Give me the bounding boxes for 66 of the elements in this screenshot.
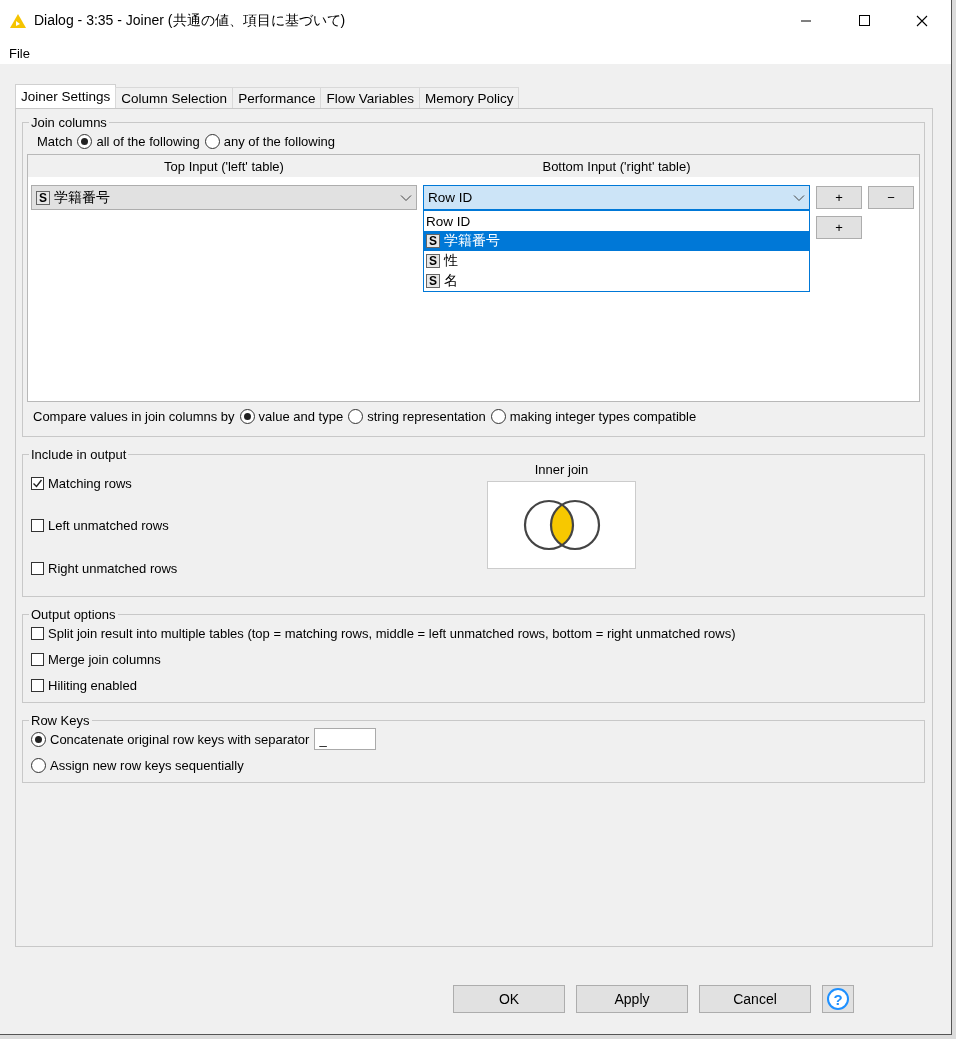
compare-label: Compare values in join columns by bbox=[33, 408, 235, 424]
option-label: Split join result into multiple tables (top = matching rows, middle = left unmatched rows, bottom = right unmatched rows) bbox=[48, 625, 736, 641]
list-item[interactable]: S 名 bbox=[424, 271, 809, 291]
checkbox[interactable] bbox=[31, 652, 44, 666]
option-label: Right unmatched rows bbox=[48, 561, 178, 577]
group-title: Include in output bbox=[30, 447, 128, 462]
dropdown-value: Row ID bbox=[428, 190, 473, 205]
option-label: Matching rows bbox=[48, 475, 132, 491]
column-header: Bottom Input ('right' table) bbox=[541, 158, 692, 174]
diagram-title: Inner join bbox=[534, 462, 589, 477]
venn-diagram-icon bbox=[521, 497, 602, 553]
menu-item[interactable]: File bbox=[9, 45, 30, 61]
type-badge: S bbox=[426, 274, 440, 288]
remove-button[interactable]: − bbox=[868, 186, 914, 209]
radio-button[interactable] bbox=[348, 408, 364, 424]
dialog-button[interactable]: Apply bbox=[576, 985, 688, 1013]
option-label: value and type bbox=[258, 408, 344, 424]
column-header: Top Input ('left' table) bbox=[163, 158, 285, 174]
dialog-button[interactable]: Cancel bbox=[699, 985, 811, 1013]
checkbox[interactable] bbox=[31, 519, 44, 533]
option-label: Merge join columns bbox=[48, 651, 161, 667]
option-label: Assign new row keys sequentially bbox=[50, 757, 244, 773]
dropdown-value: 学籍番号 bbox=[54, 188, 110, 207]
item-label: Row ID bbox=[426, 213, 471, 229]
radio-button[interactable] bbox=[31, 757, 46, 773]
list-item[interactable]: Row ID bbox=[424, 211, 809, 231]
option-label: Concatenate original row keys with separator bbox=[50, 731, 310, 747]
type-badge: S bbox=[426, 254, 440, 268]
warning-triangle-icon bbox=[9, 13, 27, 29]
group-title: Join columns bbox=[30, 115, 108, 130]
group-title: Row Keys bbox=[30, 713, 91, 728]
radio-button[interactable] bbox=[77, 133, 93, 149]
item-label: 性 bbox=[444, 252, 458, 270]
list-item[interactable]: S 学籍番号 bbox=[424, 231, 809, 251]
add-button[interactable]: + bbox=[816, 216, 862, 239]
group-title: Output options bbox=[30, 607, 117, 622]
checkbox[interactable] bbox=[31, 678, 44, 692]
dialog-button[interactable]: OK bbox=[453, 985, 565, 1013]
item-label: 学籍番号 bbox=[444, 232, 500, 250]
option-label: string representation bbox=[367, 408, 486, 424]
caret-icon bbox=[793, 193, 805, 202]
option-label: making integer types compatible bbox=[509, 408, 697, 424]
column-dropdown[interactable]: S 学籍番号 bbox=[31, 185, 417, 210]
option-label: Left unmatched rows bbox=[48, 518, 169, 534]
tab[interactable]: Column Selection bbox=[115, 87, 234, 108]
option-label: Hiliting enabled bbox=[48, 677, 137, 693]
checkbox[interactable] bbox=[31, 626, 44, 640]
window-title: Dialog - 3:35 - Joiner (共通の値、項目に基づいて) bbox=[34, 12, 346, 30]
radio-button[interactable] bbox=[239, 408, 255, 424]
checkbox[interactable] bbox=[31, 562, 44, 576]
item-label: 名 bbox=[444, 272, 458, 290]
match-label: Match bbox=[37, 133, 73, 149]
type-badge: S bbox=[36, 190, 50, 205]
option-label: all of the following bbox=[96, 133, 200, 149]
type-badge: S bbox=[426, 234, 440, 248]
option-label: any of the following bbox=[223, 133, 336, 149]
radio-button[interactable] bbox=[31, 731, 46, 747]
list-item[interactable]: S 性 bbox=[424, 251, 809, 271]
tab[interactable]: Memory Policy bbox=[418, 87, 520, 108]
add-button[interactable]: + bbox=[816, 186, 862, 209]
tab[interactable]: Joiner Settings bbox=[15, 84, 117, 108]
checkbox[interactable] bbox=[31, 476, 44, 490]
radio-button[interactable] bbox=[490, 408, 506, 424]
caret-icon bbox=[400, 193, 412, 202]
radio-button[interactable] bbox=[204, 133, 220, 149]
separator-field[interactable]: _ bbox=[314, 728, 377, 750]
